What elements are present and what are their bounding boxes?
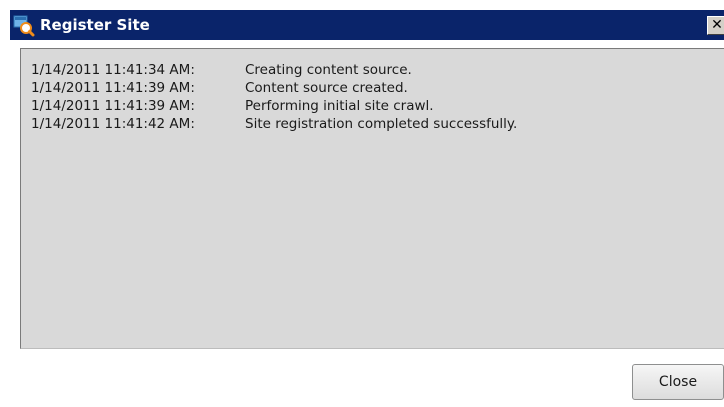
log-row: 1/14/2011 11:41:39 AM: Content source cre… bbox=[31, 79, 517, 97]
log-message: Site registration completed successfully… bbox=[245, 116, 518, 132]
log-timestamp: 1/14/2011 11:41:39 AM: bbox=[31, 80, 195, 96]
log-message: Performing initial site crawl. bbox=[245, 98, 434, 114]
title-bar[interactable]: Register Site ✕ bbox=[10, 10, 724, 40]
window-title: Register Site bbox=[40, 16, 150, 34]
close-button[interactable]: Close bbox=[632, 364, 724, 400]
log-timestamp: 1/14/2011 11:41:34 AM: bbox=[31, 62, 195, 78]
log-row: 1/14/2011 11:41:39 AM: Performing initial… bbox=[31, 97, 517, 115]
close-icon[interactable]: ✕ bbox=[707, 16, 724, 35]
magnifier-site-icon bbox=[13, 15, 35, 37]
log-row: 1/14/2011 11:41:34 AM: Creating content s… bbox=[31, 61, 517, 79]
log-timestamp: 1/14/2011 11:41:39 AM: bbox=[31, 98, 195, 114]
register-site-dialog: Register Site ✕ 1/14/2011 11:41:34 AM: Cr… bbox=[10, 10, 724, 407]
log-message: Creating content source. bbox=[245, 62, 412, 78]
log-list: 1/14/2011 11:41:34 AM: Creating content s… bbox=[31, 61, 517, 133]
log-timestamp: 1/14/2011 11:41:42 AM: bbox=[31, 116, 195, 132]
log-message: Content source created. bbox=[245, 80, 408, 96]
log-row: 1/14/2011 11:41:42 AM: Site registration … bbox=[31, 115, 517, 133]
log-panel[interactable]: 1/14/2011 11:41:34 AM: Creating content s… bbox=[20, 48, 724, 349]
